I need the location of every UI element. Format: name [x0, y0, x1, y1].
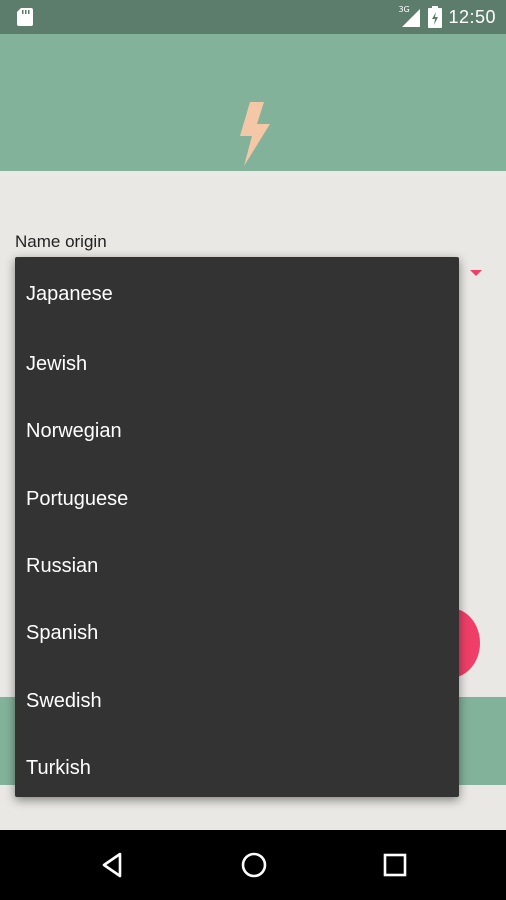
origin-dropdown-list: Japanese Jewish Norwegian Portuguese Rus… — [15, 257, 459, 797]
app-header — [0, 34, 506, 171]
dropdown-option-spanish[interactable]: Spanish — [15, 600, 459, 667]
dropdown-arrow-icon[interactable] — [470, 270, 482, 278]
dropdown-option-swedish[interactable]: Swedish — [15, 667, 459, 734]
dropdown-option-norwegian[interactable]: Norwegian — [15, 398, 459, 465]
status-bar: 3G 12:50 — [0, 0, 506, 34]
home-icon[interactable] — [239, 850, 269, 880]
back-icon[interactable] — [98, 850, 128, 880]
lightning-bolt-icon — [240, 102, 270, 166]
status-time: 12:50 — [448, 6, 496, 27]
dropdown-option-japanese[interactable]: Japanese — [15, 257, 459, 331]
navigation-bar — [0, 830, 506, 900]
sd-card-icon — [17, 8, 33, 26]
dropdown-option-russian[interactable]: Russian — [15, 533, 459, 600]
recents-icon[interactable] — [380, 850, 410, 880]
dropdown-option-jewish[interactable]: Jewish — [15, 331, 459, 398]
battery-icon — [428, 6, 443, 28]
dropdown-option-turkish[interactable]: Turkish — [15, 735, 459, 802]
signal-icon: 3G — [396, 5, 422, 29]
dropdown-option-portuguese[interactable]: Portuguese — [15, 466, 459, 533]
name-origin-label: Name origin — [15, 232, 107, 251]
